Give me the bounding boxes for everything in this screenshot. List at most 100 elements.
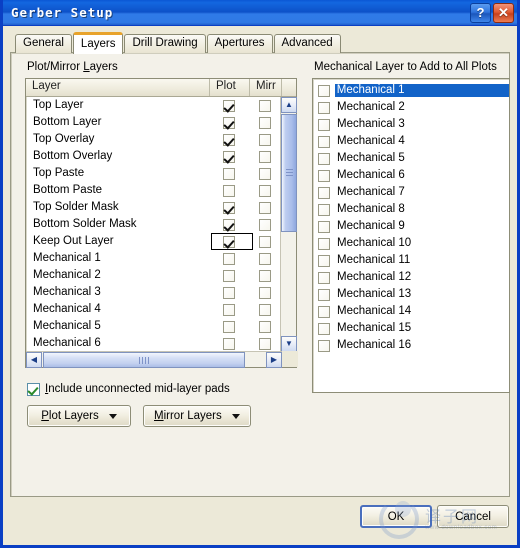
mechanical-checkbox[interactable] xyxy=(318,220,330,233)
table-row[interactable]: Mechanical 2 xyxy=(26,267,281,284)
mirror-checkbox[interactable] xyxy=(259,252,272,265)
scroll-up-icon[interactable]: ▲ xyxy=(281,97,297,113)
plot-checkbox[interactable] xyxy=(223,150,236,163)
list-item[interactable]: Mechanical 5 xyxy=(313,150,509,167)
mechanical-checkbox[interactable] xyxy=(318,135,330,148)
plot-checkbox[interactable] xyxy=(223,99,236,112)
vertical-scrollbar-thumb[interactable] xyxy=(281,114,297,232)
mechanical-checkbox[interactable] xyxy=(318,203,330,216)
list-item[interactable]: Mechanical 6 xyxy=(313,167,509,184)
list-item[interactable]: Mechanical 9 xyxy=(313,218,509,235)
close-icon[interactable]: ✕ xyxy=(493,2,514,23)
list-item[interactable]: Mechanical 11 xyxy=(313,252,509,269)
mirror-checkbox[interactable] xyxy=(259,133,272,146)
plot-checkbox[interactable] xyxy=(223,116,236,129)
mirror-checkbox[interactable] xyxy=(259,269,272,282)
table-row[interactable]: Mechanical 3 xyxy=(26,284,281,301)
scroll-right-icon[interactable]: ▶ xyxy=(266,352,282,368)
list-item[interactable]: Mechanical 14 xyxy=(313,303,509,320)
include-unconnected-pads-checkbox[interactable] xyxy=(27,383,40,396)
mirror-checkbox[interactable] xyxy=(259,286,272,299)
list-item[interactable]: Mechanical 15 xyxy=(313,320,509,337)
table-row[interactable]: Bottom Paste xyxy=(26,182,281,199)
column-header-plot[interactable]: Plot xyxy=(210,79,250,96)
help-button[interactable]: ? xyxy=(470,2,491,23)
list-item[interactable]: Mechanical 8 xyxy=(313,201,509,218)
mirror-checkbox[interactable] xyxy=(259,184,272,197)
mechanical-checkbox[interactable] xyxy=(318,322,330,335)
table-row[interactable]: Bottom Layer xyxy=(26,114,281,131)
mirror-checkbox[interactable] xyxy=(259,201,272,214)
plot-checkbox[interactable] xyxy=(223,133,236,146)
plot-checkbox[interactable] xyxy=(223,337,236,350)
mirror-checkbox[interactable] xyxy=(259,303,272,316)
column-header-layer[interactable]: Layer xyxy=(26,79,210,96)
mechanical-checkbox[interactable] xyxy=(318,118,330,131)
scroll-down-icon[interactable]: ▼ xyxy=(281,336,297,352)
title-bar[interactable]: Gerber Setup ? ✕ xyxy=(3,0,517,26)
mechanical-checkbox[interactable] xyxy=(318,101,330,114)
list-item[interactable]: Mechanical 7 xyxy=(313,184,509,201)
list-item[interactable]: Mechanical 10 xyxy=(313,235,509,252)
table-row[interactable]: Keep Out Layer xyxy=(26,233,281,250)
list-item[interactable]: Mechanical 2 xyxy=(313,99,509,116)
cancel-button[interactable]: Cancel xyxy=(437,505,509,528)
tab-layers[interactable]: Layers xyxy=(72,32,124,54)
plot-checkbox[interactable] xyxy=(223,167,236,180)
mechanical-checkbox[interactable] xyxy=(318,254,330,267)
mechanical-checkbox[interactable] xyxy=(318,271,330,284)
table-row[interactable]: Mechanical 4 xyxy=(26,301,281,318)
mirror-checkbox[interactable] xyxy=(259,218,272,231)
table-row[interactable]: Bottom Solder Mask xyxy=(26,216,281,233)
list-item[interactable]: Mechanical 4 xyxy=(313,133,509,150)
plot-checkbox[interactable] xyxy=(223,218,236,231)
tab-apertures[interactable]: Apertures xyxy=(206,34,273,53)
mechanical-checkbox[interactable] xyxy=(318,288,330,301)
table-row[interactable]: Mechanical 6 xyxy=(26,335,281,352)
list-item[interactable]: Mechanical 16 xyxy=(313,337,509,354)
list-item[interactable]: Mechanical 3 xyxy=(313,116,509,133)
list-item[interactable]: Mechanical 1 xyxy=(313,82,509,99)
include-unconnected-pads-row[interactable]: Include unconnected mid-layer pads xyxy=(27,383,230,396)
plot-checkbox[interactable] xyxy=(223,320,236,333)
tab-advanced[interactable]: Advanced xyxy=(273,34,341,53)
table-row[interactable]: Bottom Overlay xyxy=(26,148,281,165)
plot-checkbox[interactable] xyxy=(223,303,236,316)
scroll-left-icon[interactable]: ◀ xyxy=(26,352,42,368)
mechanical-checkbox[interactable] xyxy=(318,186,330,199)
mirror-checkbox[interactable] xyxy=(259,99,272,112)
mechanical-layer-list[interactable]: Mechanical 1 Mechanical 2 Mechanical 3 M… xyxy=(312,78,510,393)
mirror-checkbox[interactable] xyxy=(259,150,272,163)
plot-mirror-layers-list[interactable]: Layer Plot Mirr Top Layer Bottom Layer T… xyxy=(25,78,298,368)
mechanical-checkbox[interactable] xyxy=(318,84,330,97)
table-row[interactable]: Top Overlay xyxy=(26,131,281,148)
mirror-checkbox[interactable] xyxy=(259,320,272,333)
plot-layers-button[interactable]: Plot Layers xyxy=(27,405,131,427)
mechanical-checkbox[interactable] xyxy=(318,339,330,352)
plot-checkbox[interactable] xyxy=(223,252,236,265)
plot-checkbox[interactable] xyxy=(223,201,236,214)
table-row[interactable]: Mechanical 5 xyxy=(26,318,281,335)
mechanical-checkbox[interactable] xyxy=(318,169,330,182)
horizontal-scrollbar-thumb[interactable] xyxy=(43,352,245,368)
tab-drill-drawing[interactable]: Drill Drawing xyxy=(124,34,206,53)
list-item[interactable]: Mechanical 12 xyxy=(313,269,509,286)
table-row[interactable]: Top Paste xyxy=(26,165,281,182)
horizontal-scrollbar[interactable]: ◀ ▶ xyxy=(26,351,298,368)
mechanical-checkbox[interactable] xyxy=(318,237,330,250)
mirror-checkbox[interactable] xyxy=(259,337,272,350)
mirror-checkbox[interactable] xyxy=(259,167,272,180)
mirror-checkbox[interactable] xyxy=(259,116,272,129)
mechanical-checkbox[interactable] xyxy=(318,152,330,165)
mechanical-checkbox[interactable] xyxy=(318,305,330,318)
plot-checkbox[interactable] xyxy=(223,269,236,282)
column-header-mirror[interactable]: Mirr xyxy=(250,79,282,96)
plot-checkbox[interactable] xyxy=(223,286,236,299)
list-item[interactable]: Mechanical 13 xyxy=(313,286,509,303)
plot-checkbox[interactable] xyxy=(223,184,236,197)
ok-button[interactable]: OK xyxy=(360,505,432,528)
table-row[interactable]: Top Solder Mask xyxy=(26,199,281,216)
table-row[interactable]: Top Layer xyxy=(26,97,281,114)
tab-general[interactable]: General xyxy=(15,34,72,53)
vertical-scrollbar[interactable]: ▲ ▼ xyxy=(280,97,297,352)
